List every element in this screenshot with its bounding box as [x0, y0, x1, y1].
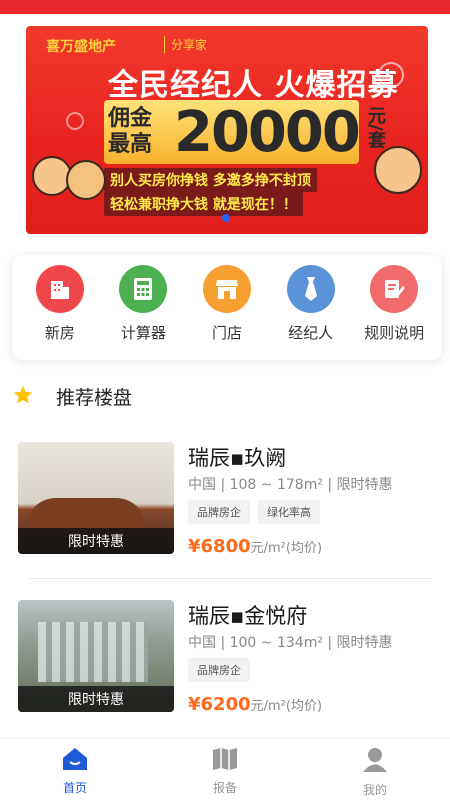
- calculator-icon: [119, 265, 168, 313]
- listing-image: 限时特惠: [18, 600, 174, 712]
- status-bar: [0, 0, 450, 14]
- store-icon: [202, 265, 251, 313]
- banner-headline: 全民经纪人 火爆招募: [108, 68, 399, 103]
- listing-image: 限时特惠: [18, 442, 174, 554]
- listing-price-unit: 元/m²(均价): [250, 699, 323, 714]
- banner-character-left-2: [66, 160, 106, 200]
- menu-item-rules[interactable]: 规则说明: [352, 263, 436, 360]
- banner-commission-label: 佣金 最高: [108, 106, 153, 157]
- nav-item-home[interactable]: 首页: [0, 739, 150, 800]
- banner-bubble: [66, 112, 84, 130]
- menu-label: 计算器: [120, 324, 166, 342]
- menu-label: 门店: [211, 324, 242, 342]
- listing-meta: 中国 | 100 ~ 134m² | 限时特惠: [188, 635, 393, 651]
- banner-commission-value: 20000: [174, 100, 361, 165]
- listing-badge: 限时特惠: [18, 528, 174, 554]
- home-icon: [62, 747, 88, 775]
- listing-price: ¥6800元/m²(均价): [188, 536, 322, 557]
- listing-image-towers: [38, 622, 148, 682]
- section-title: 推荐楼盘: [56, 387, 133, 409]
- listing-tag: 品牌房企: [188, 500, 250, 524]
- listing-price-value: ¥6800: [188, 536, 251, 557]
- banner-slogan-2: 轻松兼职挣大钱 就是现在！！: [104, 192, 303, 216]
- listing-title: 瑞辰▪金悦府: [188, 604, 308, 628]
- nav-item-report[interactable]: 报备: [150, 739, 300, 800]
- star-icon: [12, 384, 34, 410]
- listing-tag: 品牌房企: [188, 658, 250, 682]
- listing-tags: 品牌房企: [188, 658, 250, 682]
- listing-card[interactable]: 限时特惠 瑞辰▪玖阙 中国 | 108 ~ 178m² | 限时特惠 品牌房企 …: [18, 442, 428, 560]
- menu-item-agent[interactable]: 经纪人: [269, 263, 353, 360]
- rules-icon: [370, 265, 419, 313]
- menu-item-calculator[interactable]: 计算器: [102, 263, 186, 360]
- menu-item-new-house[interactable]: 新房: [18, 263, 102, 360]
- banner-brand-sub: 分享家: [164, 36, 207, 53]
- listing-price-value: ¥6200: [188, 694, 251, 715]
- nav-label: 报备: [212, 781, 237, 795]
- banner-brand: 喜万盛地产: [46, 39, 116, 55]
- tie-icon: [286, 265, 335, 313]
- listing-tag: 绿化率高: [258, 500, 320, 524]
- listing-title: 瑞辰▪玖阙: [188, 446, 287, 470]
- menu-label: 规则说明: [364, 324, 425, 342]
- listing-card[interactable]: 限时特惠 瑞辰▪金悦府 中国 | 100 ~ 134m² | 限时特惠 品牌房企…: [18, 600, 428, 718]
- banner-slogan-1: 别人买房你挣钱 多邀多挣不封顶: [104, 168, 317, 192]
- building-icon: [35, 265, 84, 313]
- listing-badge: 限时特惠: [18, 686, 174, 712]
- user-icon: [362, 747, 388, 777]
- listing-divider: [30, 578, 432, 579]
- nav-item-profile[interactable]: 我的: [300, 739, 450, 800]
- nav-label: 我的: [362, 783, 387, 797]
- nav-label: 首页: [62, 781, 87, 795]
- listing-price: ¥6200元/m²(均价): [188, 694, 322, 715]
- menu-label: 经纪人: [288, 324, 334, 342]
- quick-menu: 新房 计算器 门店 经纪人 规则说明: [12, 255, 442, 360]
- listing-meta: 中国 | 108 ~ 178m² | 限时特惠: [188, 477, 393, 493]
- map-icon: [212, 747, 238, 775]
- carousel-indicator[interactable]: [222, 214, 230, 222]
- menu-item-store[interactable]: 门店: [185, 263, 269, 360]
- banner-commission-unit: 元/套: [365, 106, 386, 149]
- menu-label: 新房: [44, 324, 75, 342]
- listing-price-unit: 元/m²(均价): [250, 541, 323, 556]
- promo-banner[interactable]: 喜万盛地产 分享家 全民经纪人 火爆招募 佣金 最高 20000 元/套 别人买…: [26, 26, 428, 234]
- listing-tags: 品牌房企 绿化率高: [188, 500, 320, 524]
- listing-image-building: [26, 498, 146, 528]
- bottom-nav: 首页 报备 我的: [0, 738, 450, 800]
- banner-character-right: [374, 146, 422, 194]
- app-page: 喜万盛地产 分享家 全民经纪人 火爆招募 佣金 最高 20000 元/套 别人买…: [0, 0, 450, 800]
